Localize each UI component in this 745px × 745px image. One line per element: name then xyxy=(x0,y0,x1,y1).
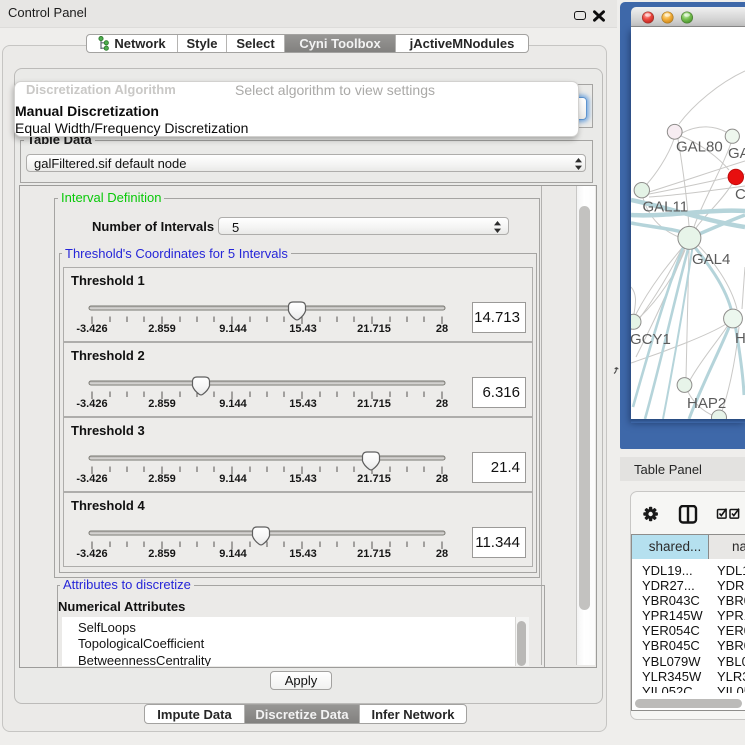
svg-text:GAL80: GAL80 xyxy=(676,139,723,156)
svg-text:C: C xyxy=(735,186,745,203)
svg-text:H: H xyxy=(735,330,745,347)
svg-text:GCY1: GCY1 xyxy=(631,331,671,348)
svg-text:GAL4: GAL4 xyxy=(692,251,730,268)
svg-text:HAP2: HAP2 xyxy=(687,395,726,412)
svg-text:GAL11: GAL11 xyxy=(643,199,689,216)
svg-text:GA: GA xyxy=(728,145,745,162)
